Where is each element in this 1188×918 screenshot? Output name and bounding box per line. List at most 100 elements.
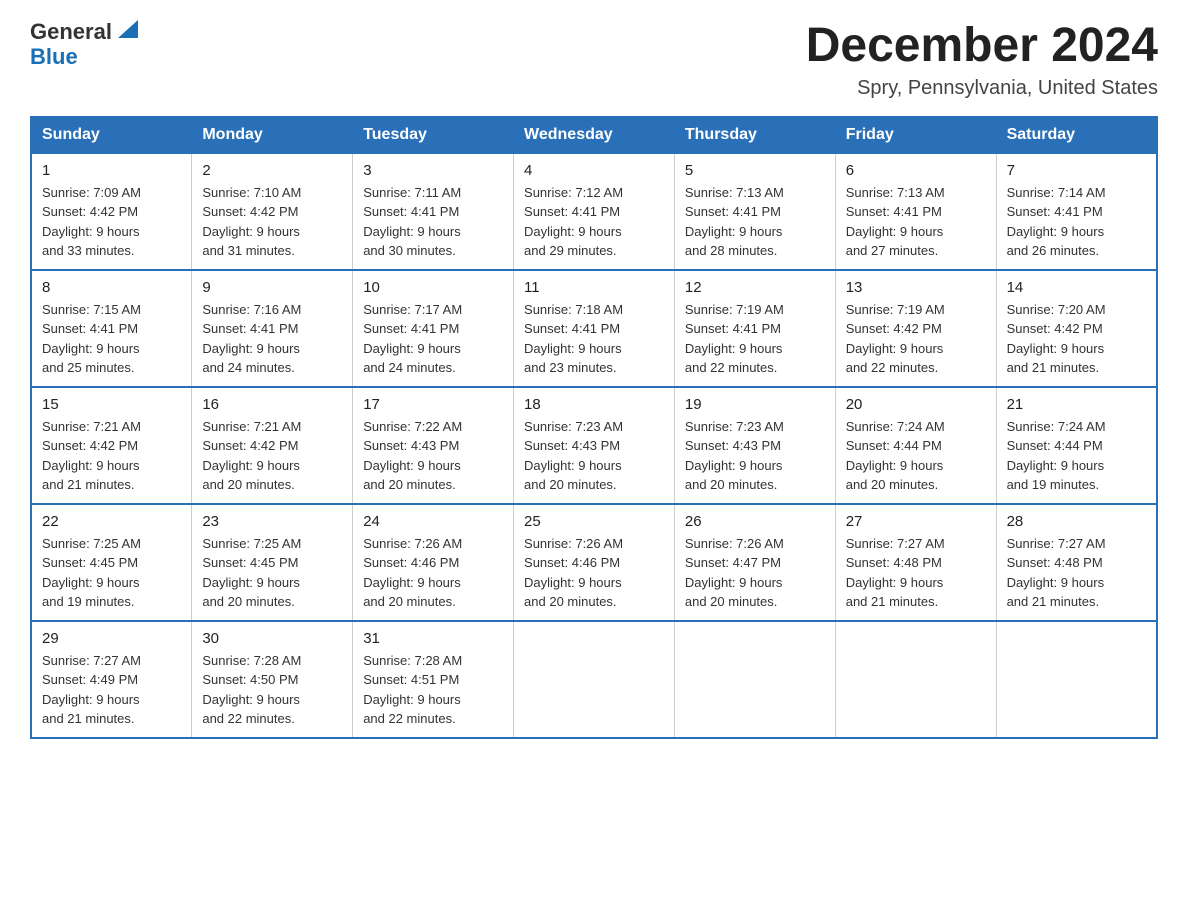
day-number: 2 [202, 162, 342, 179]
location: Spry, Pennsylvania, United States [806, 77, 1158, 100]
day-info: Sunrise: 7:24 AMSunset: 4:44 PMDaylight:… [846, 417, 986, 495]
calendar-day-9: 9Sunrise: 7:16 AMSunset: 4:41 PMDaylight… [192, 270, 353, 387]
day-info: Sunrise: 7:27 AMSunset: 4:48 PMDaylight:… [1007, 534, 1146, 612]
calendar-day-22: 22Sunrise: 7:25 AMSunset: 4:45 PMDayligh… [31, 504, 192, 621]
day-number: 9 [202, 279, 342, 296]
calendar-day-28: 28 Sunrise: 7:27 AMSunset: 4:48 PMDayligh… [996, 504, 1157, 621]
calendar-day-15: 15 Sunrise: 7:21 AMSunset: 4:42 PMDayligh… [31, 387, 192, 504]
day-info: Sunrise: 7:21 AMSunset: 4:42 PMDaylight:… [202, 417, 342, 495]
day-number: 6 [846, 162, 986, 179]
day-number: 20 [846, 396, 986, 413]
weekday-header-tuesday: Tuesday [353, 117, 514, 153]
day-info: Sunrise: 7:19 AMSunset: 4:42 PMDaylight:… [846, 300, 986, 378]
calendar-day-23: 23 Sunrise: 7:25 AMSunset: 4:45 PMDayligh… [192, 504, 353, 621]
weekday-header-thursday: Thursday [674, 117, 835, 153]
day-number: 18 [524, 396, 664, 413]
day-number: 28 [1007, 513, 1146, 530]
calendar-day-13: 13 Sunrise: 7:19 AMSunset: 4:42 PMDayligh… [835, 270, 996, 387]
title-block: December 2024 Spry, Pennsylvania, United… [806, 20, 1158, 100]
day-number: 13 [846, 279, 986, 296]
day-info: Sunrise: 7:13 AMSunset: 4:41 PMDaylight:… [846, 183, 986, 261]
day-number: 29 [42, 630, 181, 647]
day-number: 4 [524, 162, 664, 179]
calendar-day-21: 21 Sunrise: 7:24 AMSunset: 4:44 PMDayligh… [996, 387, 1157, 504]
day-info: Sunrise: 7:23 AMSunset: 4:43 PMDaylight:… [685, 417, 825, 495]
logo-text-blue: Blue [30, 44, 78, 70]
weekday-header-row: SundayMondayTuesdayWednesdayThursdayFrid… [31, 117, 1157, 153]
day-number: 8 [42, 279, 181, 296]
day-number: 25 [524, 513, 664, 530]
day-number: 26 [685, 513, 825, 530]
weekday-header-saturday: Saturday [996, 117, 1157, 153]
weekday-header-wednesday: Wednesday [514, 117, 675, 153]
day-number: 17 [363, 396, 503, 413]
day-info: Sunrise: 7:17 AMSunset: 4:41 PMDaylight:… [363, 300, 503, 378]
logo-triangle-icon [114, 16, 142, 44]
day-number: 15 [42, 396, 181, 413]
calendar-day-27: 27 Sunrise: 7:27 AMSunset: 4:48 PMDayligh… [835, 504, 996, 621]
calendar-week-4: 22 Sunrise: 7:25 AMSunset: 4:45 PMDayligh… [31, 504, 1157, 621]
calendar-day-26: 26 Sunrise: 7:26 AMSunset: 4:47 PMDayligh… [674, 504, 835, 621]
day-info: Sunrise: 7:21 AMSunset: 4:42 PMDaylight:… [42, 417, 181, 495]
day-info: Sunrise: 7:13 AMSunset: 4:41 PMDaylight:… [685, 183, 825, 261]
calendar-day-10: 10 Sunrise: 7:17 AMSunset: 4:41 PMDayligh… [353, 270, 514, 387]
calendar-day-20: 20 Sunrise: 7:24 AMSunset: 4:44 PMDayligh… [835, 387, 996, 504]
calendar-day-29: 29 Sunrise: 7:27 AMSunset: 4:49 PMDayligh… [31, 621, 192, 738]
day-info: Sunrise: 7:26 AMSunset: 4:47 PMDaylight:… [685, 534, 825, 612]
calendar-day-16: 16 Sunrise: 7:21 AMSunset: 4:42 PMDayligh… [192, 387, 353, 504]
day-info: Sunrise: 7:10 AMSunset: 4:42 PMDaylight:… [202, 183, 342, 261]
day-info: Sunrise: 7:09 AMSunset: 4:42 PMDaylight:… [42, 183, 181, 261]
day-info: Sunrise: 7:26 AMSunset: 4:46 PMDaylight:… [363, 534, 503, 612]
calendar-week-3: 15 Sunrise: 7:21 AMSunset: 4:42 PMDayligh… [31, 387, 1157, 504]
calendar-day-19: 19Sunrise: 7:23 AMSunset: 4:43 PMDayligh… [674, 387, 835, 504]
day-info: Sunrise: 7:27 AMSunset: 4:48 PMDaylight:… [846, 534, 986, 612]
day-info: Sunrise: 7:20 AMSunset: 4:42 PMDaylight:… [1007, 300, 1146, 378]
day-number: 23 [202, 513, 342, 530]
day-number: 7 [1007, 162, 1146, 179]
calendar-day-18: 18 Sunrise: 7:23 AMSunset: 4:43 PMDayligh… [514, 387, 675, 504]
day-number: 27 [846, 513, 986, 530]
weekday-header-sunday: Sunday [31, 117, 192, 153]
page-header: General Blue December 2024 Spry, Pennsyl… [30, 20, 1158, 100]
calendar-empty-cell [996, 621, 1157, 738]
day-number: 21 [1007, 396, 1146, 413]
day-info: Sunrise: 7:23 AMSunset: 4:43 PMDaylight:… [524, 417, 664, 495]
day-number: 22 [42, 513, 181, 530]
day-info: Sunrise: 7:15 AMSunset: 4:41 PMDaylight:… [42, 300, 181, 378]
day-info: Sunrise: 7:26 AMSunset: 4:46 PMDaylight:… [524, 534, 664, 612]
weekday-header-friday: Friday [835, 117, 996, 153]
day-info: Sunrise: 7:25 AMSunset: 4:45 PMDaylight:… [202, 534, 342, 612]
calendar-day-12: 12 Sunrise: 7:19 AMSunset: 4:41 PMDayligh… [674, 270, 835, 387]
calendar-day-24: 24 Sunrise: 7:26 AMSunset: 4:46 PMDayligh… [353, 504, 514, 621]
day-info: Sunrise: 7:27 AMSunset: 4:49 PMDaylight:… [42, 651, 181, 729]
calendar-day-2: 2 Sunrise: 7:10 AMSunset: 4:42 PMDaylight… [192, 153, 353, 270]
calendar-day-11: 11 Sunrise: 7:18 AMSunset: 4:41 PMDayligh… [514, 270, 675, 387]
calendar-week-1: 1 Sunrise: 7:09 AMSunset: 4:42 PMDaylight… [31, 153, 1157, 270]
calendar-table: SundayMondayTuesdayWednesdayThursdayFrid… [30, 116, 1158, 739]
day-number: 24 [363, 513, 503, 530]
day-info: Sunrise: 7:24 AMSunset: 4:44 PMDaylight:… [1007, 417, 1146, 495]
calendar-empty-cell [674, 621, 835, 738]
calendar-day-31: 31Sunrise: 7:28 AMSunset: 4:51 PMDayligh… [353, 621, 514, 738]
calendar-empty-cell [514, 621, 675, 738]
month-title: December 2024 [806, 20, 1158, 73]
day-info: Sunrise: 7:12 AMSunset: 4:41 PMDaylight:… [524, 183, 664, 261]
calendar-day-8: 8 Sunrise: 7:15 AMSunset: 4:41 PMDaylight… [31, 270, 192, 387]
day-number: 14 [1007, 279, 1146, 296]
day-number: 10 [363, 279, 503, 296]
day-info: Sunrise: 7:28 AMSunset: 4:51 PMDaylight:… [363, 651, 503, 729]
day-info: Sunrise: 7:18 AMSunset: 4:41 PMDaylight:… [524, 300, 664, 378]
day-info: Sunrise: 7:19 AMSunset: 4:41 PMDaylight:… [685, 300, 825, 378]
day-info: Sunrise: 7:22 AMSunset: 4:43 PMDaylight:… [363, 417, 503, 495]
day-number: 1 [42, 162, 181, 179]
day-number: 11 [524, 279, 664, 296]
calendar-day-14: 14 Sunrise: 7:20 AMSunset: 4:42 PMDayligh… [996, 270, 1157, 387]
calendar-week-5: 29 Sunrise: 7:27 AMSunset: 4:49 PMDayligh… [31, 621, 1157, 738]
calendar-empty-cell [835, 621, 996, 738]
calendar-day-1: 1 Sunrise: 7:09 AMSunset: 4:42 PMDaylight… [31, 153, 192, 270]
day-number: 12 [685, 279, 825, 296]
logo: General Blue [30, 20, 142, 70]
day-info: Sunrise: 7:14 AMSunset: 4:41 PMDaylight:… [1007, 183, 1146, 261]
day-number: 16 [202, 396, 342, 413]
calendar-day-4: 4 Sunrise: 7:12 AMSunset: 4:41 PMDaylight… [514, 153, 675, 270]
